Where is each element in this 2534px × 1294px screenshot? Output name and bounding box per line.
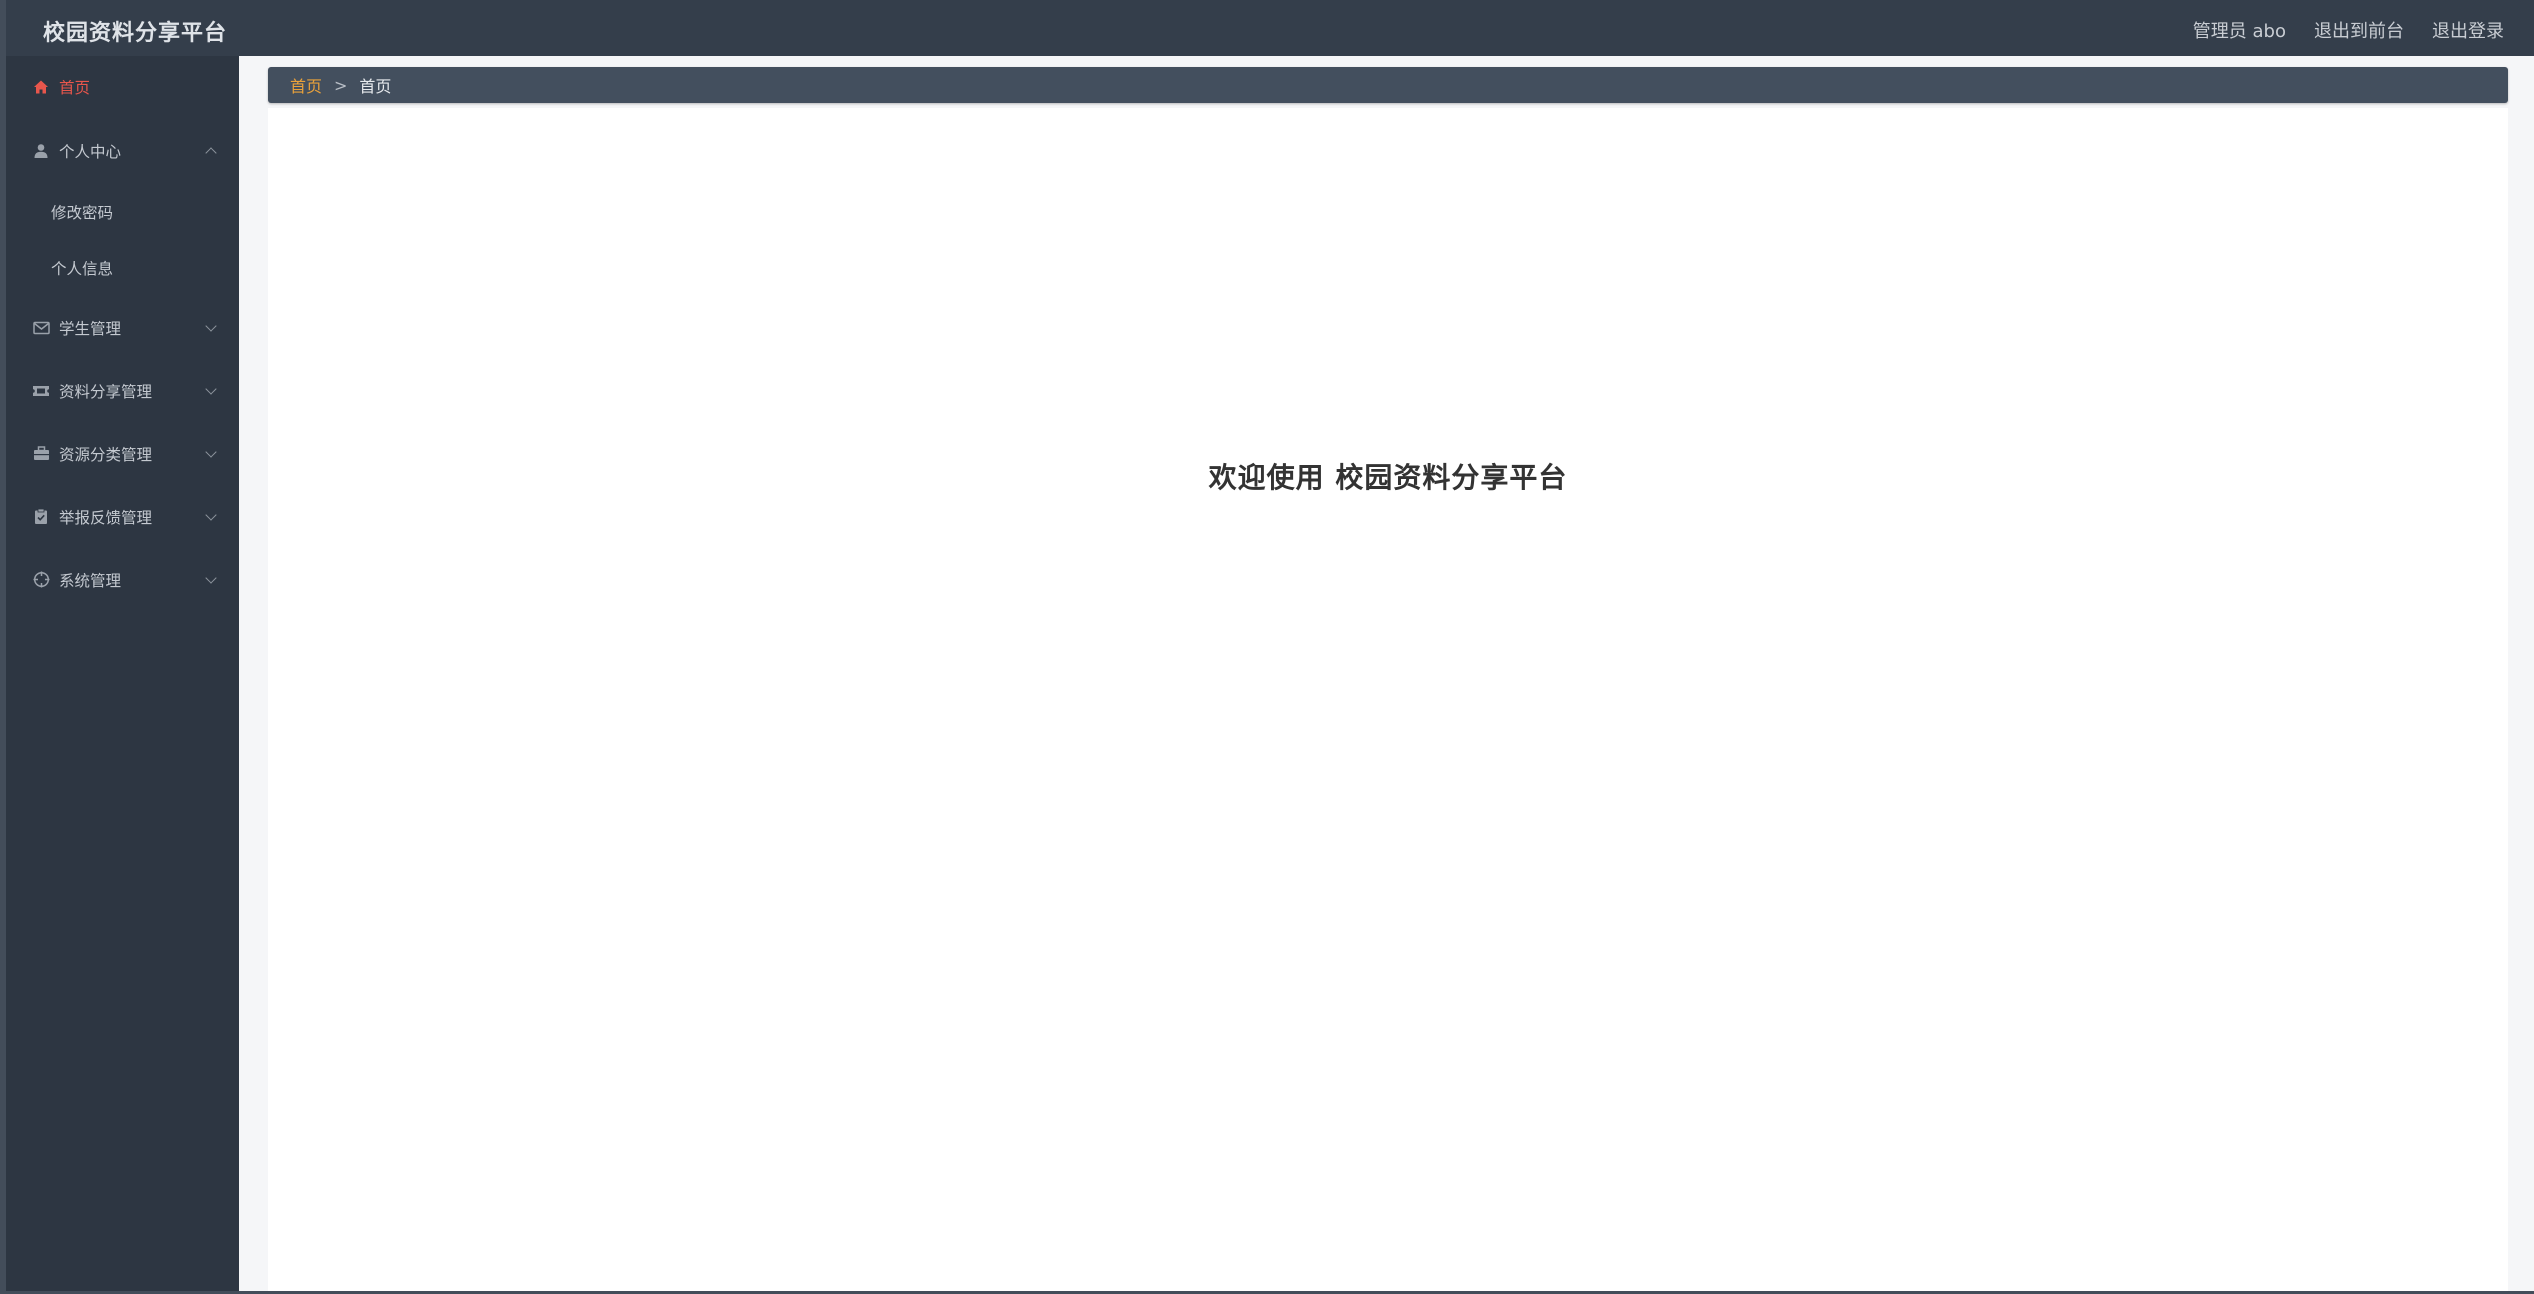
top-bar-actions: 管理员 abo 退出到前台 退出登录	[2193, 17, 2504, 43]
briefcase-icon	[32, 445, 50, 463]
top-bar: 校园资料分享平台 管理员 abo 退出到前台 退出登录	[6, 0, 2534, 56]
sidebar-item-label: 首页	[59, 79, 91, 97]
crosshair-icon	[32, 571, 50, 589]
app-window: 校园资料分享平台 管理员 abo 退出到前台 退出登录 首页 个人中心 修改密码…	[6, 0, 2534, 1291]
logout-link[interactable]: 退出登录	[2432, 17, 2504, 43]
sidebar-item-personal-center[interactable]: 个人中心	[6, 118, 239, 184]
breadcrumb-separator: >	[334, 75, 348, 95]
main-content-panel: 欢迎使用 校园资料分享平台	[268, 108, 2508, 1291]
exit-to-front-link[interactable]: 退出到前台	[2314, 17, 2404, 43]
sidebar-item-home[interactable]: 首页	[6, 56, 239, 118]
clipboard-icon	[32, 508, 50, 526]
breadcrumb: 首页 > 首页	[268, 67, 2508, 103]
sidebar-item-label: 资源分类管理	[59, 445, 153, 464]
sidebar-item-label: 举报反馈管理	[59, 508, 153, 527]
sidebar-subitem-label: 修改密码	[51, 204, 114, 222]
chevron-down-icon	[205, 382, 217, 395]
user-icon	[32, 142, 50, 160]
chevron-up-icon	[205, 147, 217, 159]
sidebar-item-resource-sharing[interactable]: 资料分享管理	[6, 359, 239, 422]
app-title: 校园资料分享平台	[43, 21, 228, 46]
sidebar-item-label: 个人中心	[59, 143, 122, 161]
breadcrumb-home-link[interactable]: 首页	[290, 73, 322, 97]
chevron-down-icon	[205, 445, 217, 458]
sidebar-subitem-personal-info[interactable]: 个人信息	[6, 240, 239, 296]
sidebar-item-student-management[interactable]: 学生管理	[6, 296, 239, 359]
chevron-down-icon	[205, 319, 217, 332]
current-user-label: 管理员 abo	[2192, 21, 2286, 42]
ticket-icon	[32, 382, 50, 400]
chevron-down-icon	[205, 571, 217, 584]
sidebar-item-label: 系统管理	[59, 571, 122, 590]
sidebar-subitem-label: 个人信息	[51, 260, 114, 278]
sidebar-item-system-management[interactable]: 系统管理	[6, 548, 239, 611]
envelope-icon	[32, 319, 50, 337]
sidebar-subitem-change-password[interactable]: 修改密码	[6, 184, 239, 240]
sidebar-item-label: 学生管理	[59, 319, 122, 338]
sidebar-item-category-management[interactable]: 资源分类管理	[6, 422, 239, 485]
welcome-message: 欢迎使用 校园资料分享平台	[1208, 461, 1568, 494]
sidebar-item-label: 资料分享管理	[59, 382, 153, 401]
chevron-down-icon	[205, 508, 217, 521]
sidebar-item-report-feedback[interactable]: 举报反馈管理	[6, 485, 239, 548]
sidebar-menu: 首页 个人中心 修改密码 个人信息 学生管理 资料分享管理 资源分类管理 举报反…	[6, 56, 239, 1291]
breadcrumb-current: 首页	[359, 77, 392, 96]
home-icon	[32, 78, 50, 96]
